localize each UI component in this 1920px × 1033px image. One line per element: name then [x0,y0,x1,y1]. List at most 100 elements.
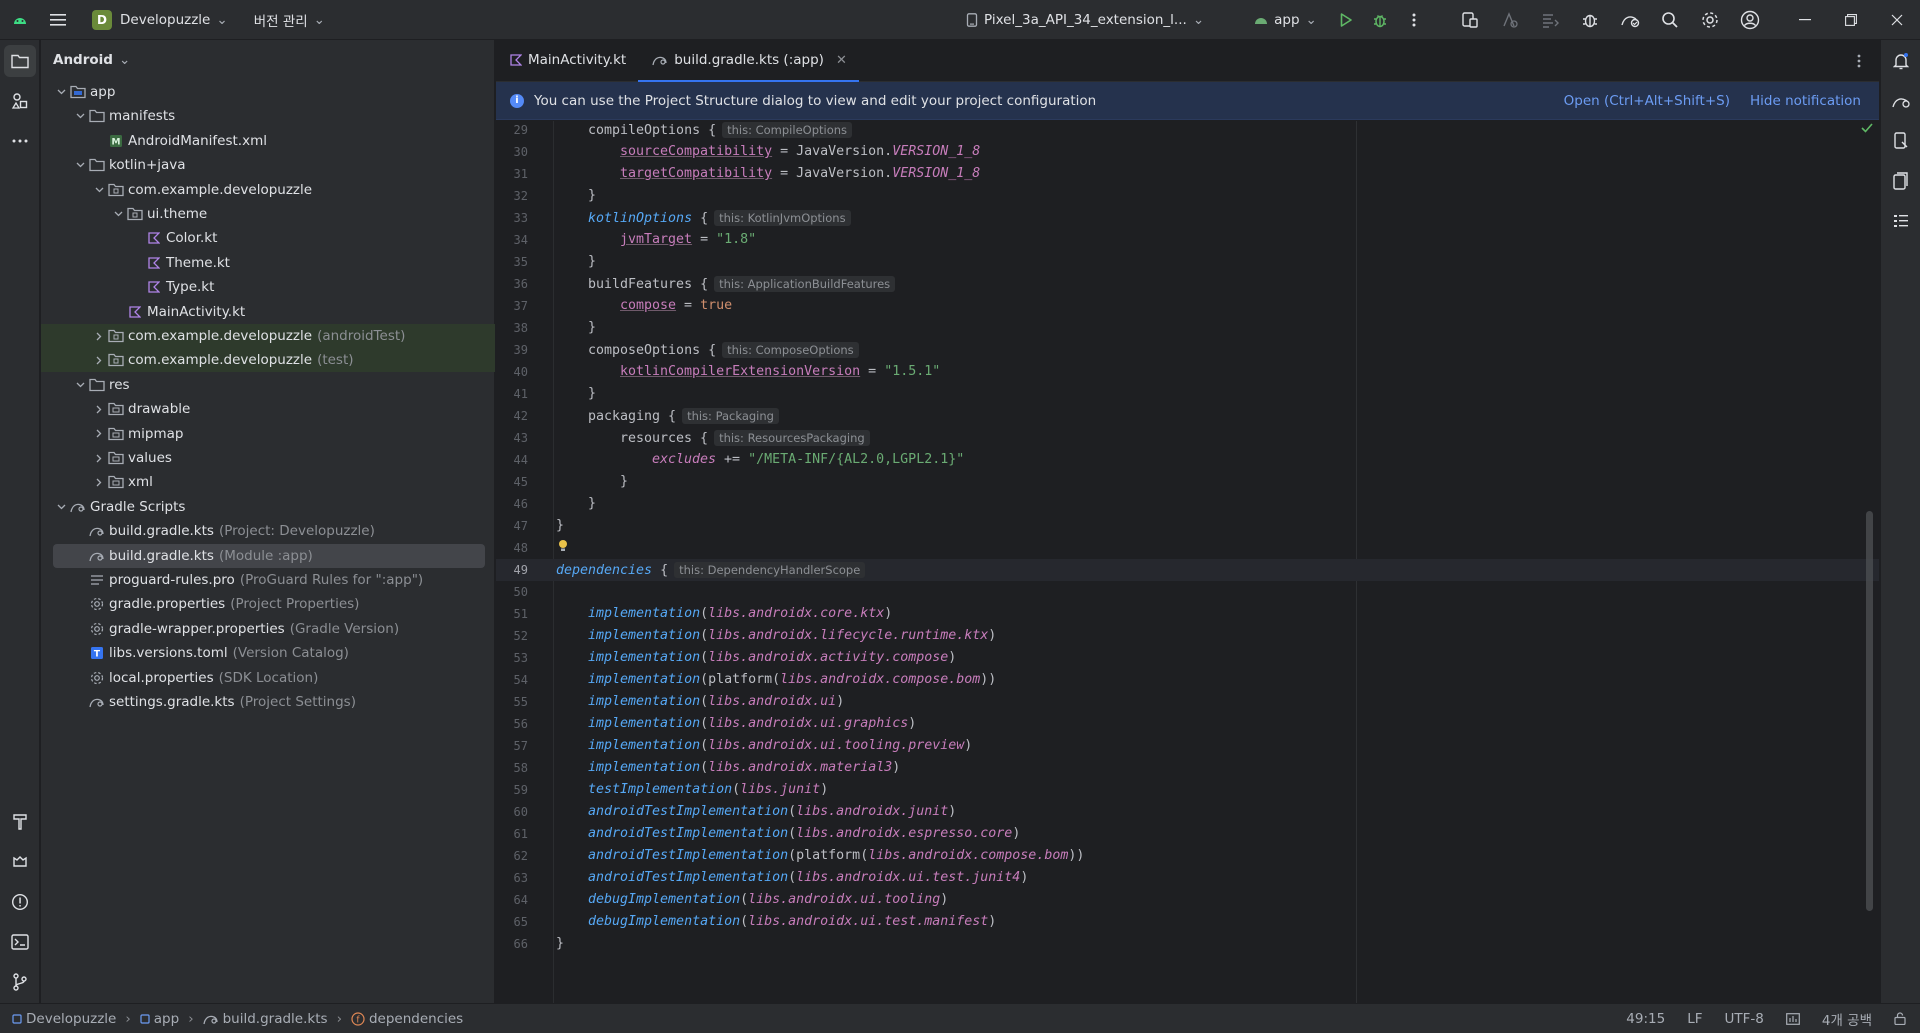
code-line[interactable]: 54 implementation(platform(libs.androidx.… [496,669,1879,691]
tree-item[interactable]: Type.kt [41,275,495,299]
chevron-right-icon[interactable] [91,356,107,365]
chevron-down-icon[interactable] [53,89,69,95]
device-manager-tool-icon[interactable] [1885,125,1917,157]
code-line[interactable]: 50 [496,581,1879,603]
tree-item[interactable]: res [41,373,495,397]
vcs-menu[interactable]: 버전 관리 ⌄ [248,6,331,34]
version-control-icon[interactable] [4,966,36,998]
tree-item[interactable]: build.gradle.kts (Module :app) [53,543,485,568]
chevron-down-icon[interactable] [72,113,88,119]
tree-item[interactable]: M AndroidManifest.xml [41,129,495,153]
tree-item[interactable]: manifests [41,104,495,128]
tree-item[interactable]: kotlin+java [41,153,495,177]
restore-window-icon[interactable] [1828,0,1874,40]
code-line[interactable]: 35} [496,251,1879,273]
code-line[interactable]: 63 androidTestImplementation(libs.android… [496,867,1879,889]
gear-icon[interactable] [1690,0,1730,40]
project-switcher[interactable]: D Developuzzle ⌄ [86,6,234,34]
breadcrumb-item[interactable]: Developuzzle [12,1011,116,1027]
no-problems-check-icon[interactable] [1861,123,1873,133]
tree-item[interactable]: Theme.kt [41,251,495,275]
chevron-down-icon[interactable] [72,382,88,388]
code-line[interactable]: 56 implementation(libs.androidx.ui.graphi… [496,713,1879,735]
code-line[interactable]: 30 sourceCompatibility = JavaVersion.VERS… [496,141,1879,163]
memory-indicator-icon[interactable] [1785,1012,1800,1025]
code-editor[interactable]: 29 compileOptions {this: CompileOptions 30… [496,121,1879,1003]
chevron-right-icon[interactable] [91,332,107,341]
logcat-icon[interactable] [4,846,36,878]
hide-notification-link[interactable]: Hide notification [1750,93,1861,109]
code-line[interactable]: 64 debugImplementation(libs.androidx.ui.t… [496,889,1879,911]
tree-item[interactable]: Tlibs.versions.toml (Version Catalog) [41,641,495,665]
tree-item[interactable]: values [41,446,495,470]
vertical-scrollbar[interactable] [1866,511,1873,911]
code-line[interactable]: 44 excludes += "/META-INF/{AL2.0,LGPL2.1}… [496,449,1879,471]
tree-item[interactable]: com.example.developuzzle [41,178,495,202]
chevron-right-icon[interactable] [91,478,107,487]
code-line[interactable]: 52 implementation(libs.androidx.lifecycle… [496,625,1879,647]
code-line[interactable]: 32} [496,185,1879,207]
file-encoding[interactable]: UTF-8 [1725,1011,1764,1027]
close-tab-icon[interactable]: ✕ [836,53,847,68]
chevron-down-icon[interactable] [110,211,126,217]
close-window-icon[interactable] [1874,0,1920,40]
code-line[interactable]: 59 testImplementation(libs.junit) [496,779,1879,801]
code-line[interactable]: 38} [496,317,1879,339]
structure-icon[interactable] [1885,205,1917,237]
main-menu-icon[interactable] [40,0,76,40]
project-view-selector[interactable]: Android ⌄ [41,40,494,80]
notifications-icon[interactable] [1885,45,1917,77]
code-line[interactable]: 57 implementation(libs.androidx.ui.toolin… [496,735,1879,757]
code-line[interactable]: 55 implementation(libs.androidx.ui) [496,691,1879,713]
intention-bulb-icon[interactable] [557,539,569,561]
build-variants-icon[interactable] [4,806,36,838]
code-line[interactable]: 62 androidTestImplementation(platform(lib… [496,845,1879,867]
device-selector[interactable]: Pixel_3a_API_34_extension_l... ⌄ [960,6,1210,34]
chevron-down-icon[interactable] [53,504,69,510]
tree-item[interactable]: drawable [41,397,495,421]
code-line[interactable]: 29 compileOptions {this: CompileOptions [496,121,1879,141]
breadcrumb-item[interactable]: f dependencies [351,1011,463,1027]
line-separator[interactable]: LF [1687,1011,1702,1027]
run-config-selector[interactable]: app ⌄ [1248,6,1323,34]
tree-item[interactable]: com.example.developuzzle (test) [41,348,495,373]
tree-item[interactable]: proguard-rules.pro (ProGuard Rules for ":… [41,568,495,592]
search-icon[interactable] [1650,0,1690,40]
lock-icon[interactable] [1894,1012,1906,1025]
terminal-icon[interactable] [4,926,36,958]
tree-item[interactable]: local.properties (SDK Location) [41,666,495,690]
more-actions-icon[interactable] [1397,0,1431,40]
tree-item[interactable]: Color.kt [41,226,495,250]
code-line[interactable]: 41} [496,383,1879,405]
breadcrumb-item[interactable]: build.gradle.kts [202,1011,328,1027]
apply-code-changes-icon[interactable] [1530,0,1570,40]
tree-item[interactable]: app [41,80,495,104]
code-line[interactable]: 42 packaging {this: Packaging [496,405,1879,427]
code-line[interactable]: 43 resources {this: ResourcesPackaging [496,427,1879,449]
running-devices-icon[interactable] [1885,165,1917,197]
code-line[interactable]: 66} [496,933,1879,955]
run-icon[interactable] [1329,0,1363,40]
tree-item[interactable]: com.example.developuzzle (androidTest) [41,324,495,348]
tree-item[interactable]: settings.gradle.kts (Project Settings) [41,690,495,714]
tree-item[interactable]: ui.theme [41,202,495,226]
minimize-window-icon[interactable] [1782,0,1828,40]
debug-icon[interactable] [1363,0,1397,40]
tab-actions-icon[interactable] [1857,54,1861,68]
chevron-down-icon[interactable] [91,187,107,193]
tab-build-gradle-app[interactable]: build.gradle.kts (:app) ✕ [638,39,859,82]
gradle-tool-icon[interactable] [1885,85,1917,117]
more-tool-windows-icon[interactable] [4,125,36,157]
caret-position[interactable]: 49:15 [1626,1011,1665,1027]
breadcrumb-item[interactable]: app [140,1011,179,1027]
device-manager-icon[interactable] [1450,0,1490,40]
account-icon[interactable] [1730,0,1770,40]
code-line[interactable]: 36 buildFeatures {this: ApplicationBuildF… [496,273,1879,295]
code-line[interactable]: 40 kotlinCompilerExtensionVersion = "1.5.… [496,361,1879,383]
code-line[interactable]: 60 androidTestImplementation(libs.android… [496,801,1879,823]
indent-setting[interactable]: 4개 공백 [1822,1009,1872,1029]
chevron-down-icon[interactable] [72,162,88,168]
code-line[interactable]: 48 [496,537,1879,559]
problems-icon[interactable] [4,886,36,918]
tree-item[interactable]: build.gradle.kts (Project: Developuzzle) [41,519,495,543]
